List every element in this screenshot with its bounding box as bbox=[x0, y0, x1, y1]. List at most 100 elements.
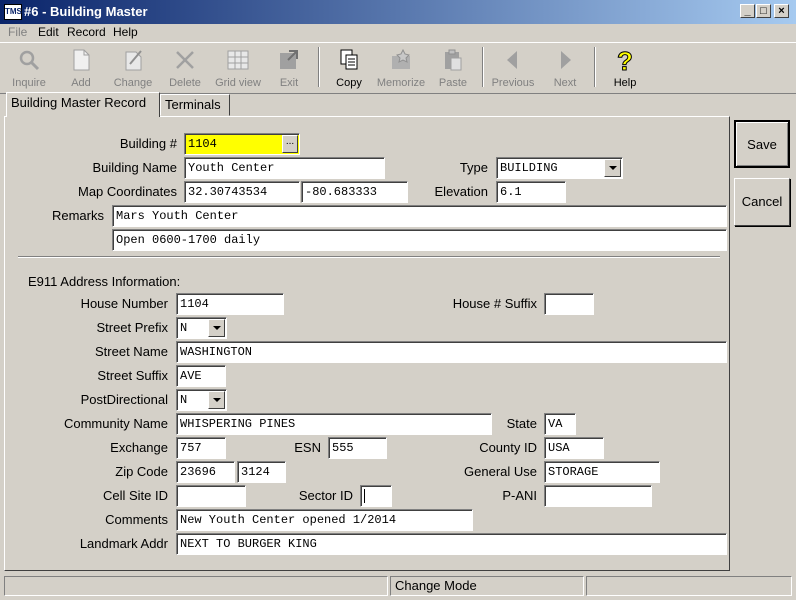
magnifier-icon bbox=[19, 50, 40, 71]
status-pane-3 bbox=[586, 576, 792, 596]
add-button[interactable]: Add bbox=[54, 45, 108, 91]
postdirectional-select[interactable]: N bbox=[176, 389, 227, 411]
state-label: State bbox=[506, 416, 537, 431]
general-use-label: General Use bbox=[464, 464, 537, 479]
street-prefix-select[interactable]: N bbox=[176, 317, 227, 339]
landmark-addr-input[interactable]: NEXT TO BURGER KING bbox=[176, 533, 727, 555]
e911-section-header: E911 Address Information: bbox=[28, 274, 181, 289]
delete-button[interactable]: Delete bbox=[158, 45, 212, 91]
street-name-input[interactable]: WASHINGTON bbox=[176, 341, 727, 363]
exit-icon bbox=[280, 50, 298, 69]
edit-page-icon bbox=[125, 50, 142, 71]
app-icon: TMS bbox=[4, 4, 22, 20]
menu-bar: File Edit Record Help bbox=[0, 24, 796, 42]
remarks-line1-input[interactable]: Mars Youth Center bbox=[112, 205, 727, 227]
postdirectional-label: PostDirectional bbox=[80, 392, 168, 407]
type-select[interactable]: BUILDING bbox=[496, 157, 623, 179]
arrow-left-icon bbox=[507, 51, 517, 69]
general-use-input[interactable]: STORAGE bbox=[544, 461, 660, 483]
tab-building-master-record[interactable]: Building Master Record bbox=[6, 92, 160, 117]
toolbar-separator bbox=[318, 47, 320, 87]
status-bar: Change Mode bbox=[0, 574, 796, 600]
text-cursor bbox=[364, 489, 365, 503]
elevation-input[interactable]: 6.1 bbox=[496, 181, 566, 203]
inquire-button[interactable]: Inquire bbox=[2, 45, 56, 91]
grid-icon bbox=[227, 50, 249, 70]
map-coordinates-label: Map Coordinates bbox=[78, 184, 177, 199]
title-bar: TMS #6 - Building Master _ □ × bbox=[0, 0, 796, 24]
maximize-button[interactable]: □ bbox=[756, 4, 771, 18]
landmark-addr-label: Landmark Addr bbox=[79, 536, 168, 551]
building-name-label: Building Name bbox=[92, 160, 177, 175]
copy-icon bbox=[340, 49, 358, 70]
chevron-down-icon[interactable] bbox=[208, 391, 225, 409]
sector-id-input[interactable] bbox=[360, 485, 392, 507]
latitude-input[interactable]: 32.30743534 bbox=[184, 181, 300, 203]
pani-input[interactable] bbox=[544, 485, 652, 507]
county-id-label: County ID bbox=[479, 440, 537, 455]
help-button[interactable]: ? Help bbox=[598, 45, 652, 91]
street-prefix-label: Street Prefix bbox=[96, 320, 168, 335]
menu-file[interactable]: File bbox=[8, 25, 27, 39]
copy-button[interactable]: Copy bbox=[322, 45, 376, 91]
toolbar-separator bbox=[482, 47, 484, 87]
status-pane-1 bbox=[4, 576, 388, 596]
previous-button[interactable]: Previous bbox=[486, 45, 540, 91]
chevron-down-icon[interactable] bbox=[208, 319, 225, 337]
x-delete-icon bbox=[176, 51, 194, 69]
pani-label: P-ANI bbox=[502, 488, 537, 503]
zip-code-label: Zip Code bbox=[115, 464, 168, 479]
window-title: #6 - Building Master bbox=[24, 4, 148, 19]
house-suffix-input[interactable] bbox=[544, 293, 594, 315]
building-name-input[interactable]: Youth Center bbox=[184, 157, 385, 179]
grid-view-button[interactable]: Grid view bbox=[211, 45, 265, 91]
comments-input[interactable]: New Youth Center opened 1/2014 bbox=[176, 509, 473, 531]
house-number-label: House Number bbox=[80, 296, 168, 311]
cell-site-id-input[interactable] bbox=[176, 485, 246, 507]
esn-input[interactable]: 555 bbox=[328, 437, 387, 459]
paste-button[interactable]: Paste bbox=[426, 45, 480, 91]
zip-code-input[interactable]: 23696 bbox=[176, 461, 235, 483]
change-button[interactable]: Change bbox=[106, 45, 160, 91]
lookup-button[interactable]: ... bbox=[282, 135, 298, 153]
paste-icon bbox=[445, 49, 462, 71]
state-input[interactable]: VA bbox=[544, 413, 576, 435]
esn-label: ESN bbox=[294, 440, 321, 455]
tab-terminals[interactable]: Terminals bbox=[160, 94, 230, 116]
building-number-input[interactable]: 1104 ... bbox=[184, 133, 300, 155]
menu-edit[interactable]: Edit bbox=[38, 25, 59, 39]
memorize-icon bbox=[392, 48, 410, 69]
chevron-down-icon[interactable] bbox=[604, 159, 621, 177]
sector-id-label: Sector ID bbox=[298, 488, 353, 503]
toolbar: Inquire Add Change Delete Grid view Exit… bbox=[0, 42, 796, 94]
house-number-input[interactable]: 1104 bbox=[176, 293, 284, 315]
next-button[interactable]: Next bbox=[538, 45, 592, 91]
section-divider bbox=[18, 256, 720, 258]
county-id-input[interactable]: USA bbox=[544, 437, 604, 459]
remarks-label: Remarks bbox=[51, 208, 104, 223]
cancel-button[interactable]: Cancel bbox=[734, 178, 790, 226]
house-suffix-label: House # Suffix bbox=[452, 296, 537, 311]
type-label: Type bbox=[459, 160, 488, 175]
minimize-button[interactable]: _ bbox=[740, 4, 755, 18]
remarks-line2-input[interactable]: Open 0600-1700 daily bbox=[112, 229, 727, 251]
community-name-input[interactable]: WHISPERING PINES bbox=[176, 413, 492, 435]
menu-help[interactable]: Help bbox=[113, 25, 138, 39]
street-name-label: Street Name bbox=[95, 344, 168, 359]
street-suffix-label: Street Suffix bbox=[97, 368, 168, 383]
exit-button[interactable]: Exit bbox=[262, 45, 316, 91]
arrow-right-icon bbox=[561, 51, 571, 69]
zip-plus4-input[interactable]: 3124 bbox=[237, 461, 286, 483]
exchange-input[interactable]: 757 bbox=[176, 437, 226, 459]
close-button[interactable]: × bbox=[774, 4, 789, 18]
street-suffix-input[interactable]: AVE bbox=[176, 365, 226, 387]
question-icon: ? bbox=[617, 46, 634, 77]
memorize-button[interactable]: Memorize bbox=[374, 45, 428, 91]
longitude-input[interactable]: -80.683333 bbox=[301, 181, 408, 203]
comments-label: Comments bbox=[105, 512, 168, 527]
elevation-label: Elevation bbox=[434, 184, 488, 199]
new-page-icon bbox=[73, 49, 90, 71]
community-name-label: Community Name bbox=[63, 416, 168, 431]
menu-record[interactable]: Record bbox=[67, 25, 106, 39]
save-button[interactable]: Save bbox=[734, 120, 790, 168]
